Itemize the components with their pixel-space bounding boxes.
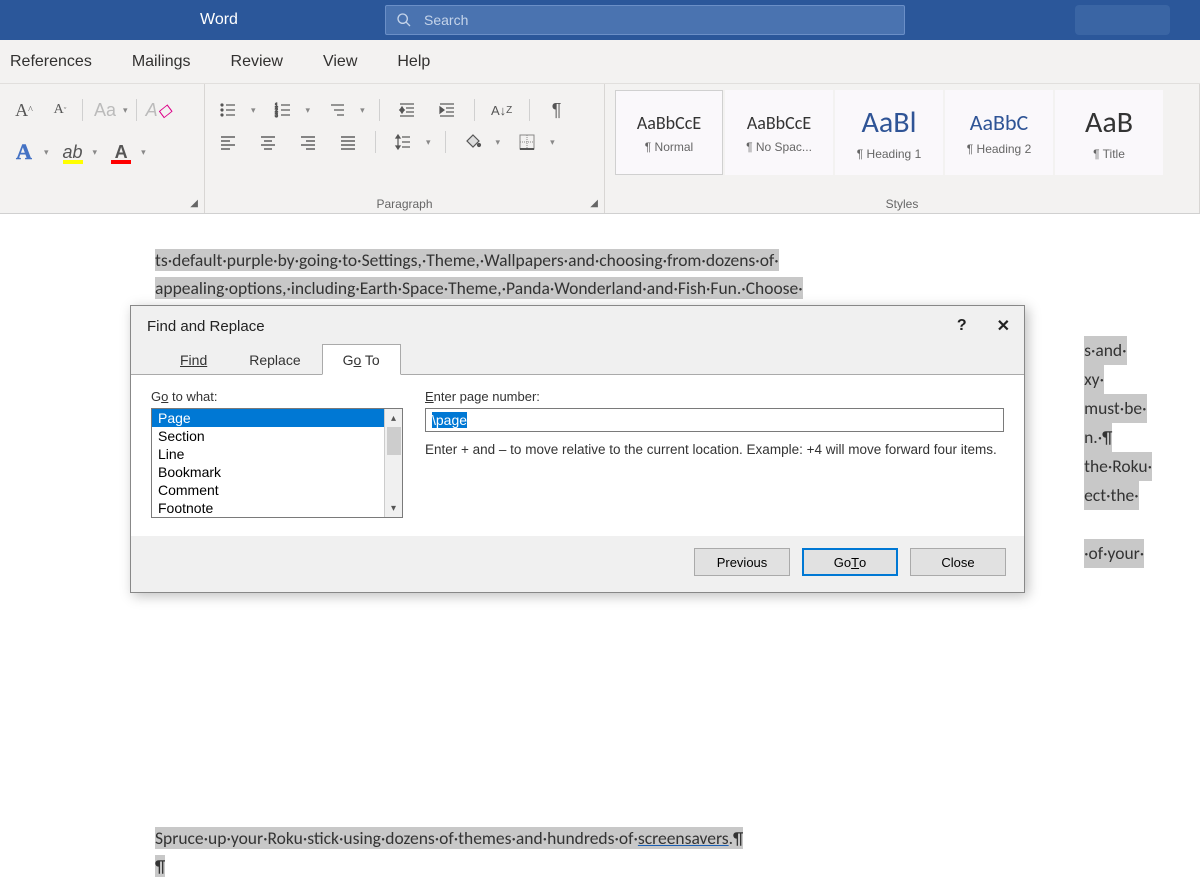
justify-button[interactable] xyxy=(335,130,361,154)
page-number-input[interactable]: \page xyxy=(425,408,1004,432)
styles-group-label: Styles xyxy=(605,197,1199,211)
list-item[interactable]: Footnote xyxy=(152,499,384,517)
paragraph-group-label: Paragraph xyxy=(205,197,604,211)
enter-page-label: Enter page number: xyxy=(425,389,540,404)
caret-icon: ▾ xyxy=(251,105,256,116)
clear-formatting-button[interactable]: A◇ xyxy=(145,96,173,124)
help-icon[interactable]: ? xyxy=(957,317,967,335)
ribbon-tabs: References Mailings Review View Help xyxy=(0,40,1200,84)
caret-icon: ▾ xyxy=(141,147,146,158)
tab-help[interactable]: Help xyxy=(397,49,430,75)
doc-text: ts·default·purple·by·going·to·Settings,·… xyxy=(155,249,779,271)
tab-mailings[interactable]: Mailings xyxy=(132,49,191,75)
search-placeholder: Search xyxy=(424,12,468,28)
list-item[interactable]: Section xyxy=(152,427,384,445)
numbering-button[interactable]: 123 xyxy=(270,98,296,122)
increase-indent-button[interactable] xyxy=(434,98,460,122)
tab-references[interactable]: References xyxy=(10,49,92,75)
caret-icon: ▾ xyxy=(93,147,98,158)
change-case-button[interactable]: Aa xyxy=(91,96,119,124)
app-title: Word xyxy=(200,11,238,29)
divider xyxy=(82,99,83,121)
list-item[interactable]: Page xyxy=(152,409,384,427)
caret-icon: ▾ xyxy=(123,105,128,116)
dialog-title: Find and Replace xyxy=(147,318,265,335)
caret-icon: ▾ xyxy=(496,137,501,148)
caret-icon: ▾ xyxy=(306,105,311,116)
caret-icon: ▾ xyxy=(44,147,49,158)
style-heading-2[interactable]: AaBbC¶ Heading 2 xyxy=(945,90,1053,175)
style-normal[interactable]: AaBbCcE¶ Normal xyxy=(615,90,723,175)
align-center-button[interactable] xyxy=(255,130,281,154)
user-badge[interactable] xyxy=(1075,5,1170,35)
paragraph-dialog-launcher-icon[interactable]: ◢ xyxy=(590,198,598,209)
scroll-thumb[interactable] xyxy=(387,427,401,455)
list-item[interactable]: Bookmark xyxy=(152,463,384,481)
shading-button[interactable] xyxy=(460,130,486,154)
doc-text: appealing·options,·including·Earth·Space… xyxy=(155,277,803,299)
caret-icon: ▾ xyxy=(426,137,431,148)
style-heading-1[interactable]: AaBl¶ Heading 1 xyxy=(835,90,943,175)
divider xyxy=(445,131,446,153)
goto-what-listbox[interactable]: Page Section Line Bookmark Comment Footn… xyxy=(151,408,403,518)
styles-gallery: AaBbCcE¶ Normal AaBbCcE¶ No Spac... AaBl… xyxy=(615,90,1189,175)
line-spacing-button[interactable] xyxy=(390,130,416,154)
styles-group: AaBbCcE¶ Normal AaBbCcE¶ No Spac... AaBl… xyxy=(605,84,1200,213)
scrollbar[interactable]: ▴ ▾ xyxy=(384,409,402,517)
text-effects-button[interactable]: A xyxy=(10,138,38,166)
sort-button[interactable]: A↓Z xyxy=(489,98,515,122)
show-hide-button[interactable]: ¶ xyxy=(544,98,570,122)
title-bar: Word Search xyxy=(0,0,1200,40)
scroll-down-icon[interactable]: ▾ xyxy=(385,499,402,517)
caret-icon: ▾ xyxy=(360,105,365,116)
divider xyxy=(474,99,475,121)
dialog-tabs: Find Replace Go To xyxy=(131,344,1024,375)
shrink-font-button[interactable]: Aˇ xyxy=(46,96,74,124)
decrease-indent-button[interactable] xyxy=(394,98,420,122)
goto-hint: Enter + and – to move relative to the cu… xyxy=(425,440,1004,460)
bullets-button[interactable] xyxy=(215,98,241,122)
tab-view[interactable]: View xyxy=(323,49,357,75)
style-title[interactable]: AaB¶ Title xyxy=(1055,90,1163,175)
tab-goto[interactable]: Go To xyxy=(322,344,401,375)
tab-find[interactable]: Find xyxy=(159,344,228,375)
divider xyxy=(375,131,376,153)
close-icon[interactable]: ✕ xyxy=(997,316,1010,336)
goto-button[interactable]: Go To xyxy=(802,548,898,576)
scroll-up-icon[interactable]: ▴ xyxy=(385,409,402,427)
font-color-button[interactable]: A xyxy=(107,138,135,166)
dialog-buttons: Previous Go To Close xyxy=(131,536,1024,592)
tab-replace[interactable]: Replace xyxy=(228,344,321,375)
list-item[interactable]: Line xyxy=(152,445,384,463)
align-right-button[interactable] xyxy=(295,130,321,154)
svg-text:3: 3 xyxy=(275,113,278,119)
highlight-button[interactable]: ab xyxy=(59,138,87,166)
dialog-titlebar[interactable]: Find and Replace ? ✕ xyxy=(131,306,1024,344)
search-box[interactable]: Search xyxy=(385,5,905,35)
search-icon xyxy=(396,12,412,28)
document-area[interactable]: ts·default·purple·by·going·to·Settings,·… xyxy=(0,214,1200,302)
ribbon: A^ Aˇ Aa ▾ A◇ A ▾ ab ▾ A ▾ ◢ ▾ 123 ▾ ▾ A↓Z ¶ xyxy=(0,84,1200,214)
divider xyxy=(379,99,380,121)
goto-what-label: Go to what: xyxy=(151,389,218,404)
paragraph-group: ▾ 123 ▾ ▾ A↓Z ¶ ▾ ▾ ▾ Paragraph ◢ xyxy=(205,84,605,213)
font-group: A^ Aˇ Aa ▾ A◇ A ▾ ab ▾ A ▾ ◢ xyxy=(0,84,205,213)
align-left-button[interactable] xyxy=(215,130,241,154)
find-replace-dialog: Find and Replace ? ✕ Find Replace Go To … xyxy=(130,305,1025,593)
font-dialog-launcher-icon[interactable]: ◢ xyxy=(190,198,198,209)
caret-icon: ▾ xyxy=(550,137,555,148)
close-button[interactable]: Close xyxy=(910,548,1006,576)
style-no-spacing[interactable]: AaBbCcE¶ No Spac... xyxy=(725,90,833,175)
doc-text-fragments: s·and· xy· must·be· n.·¶ the·Roku· ect·t… xyxy=(1084,336,1152,568)
dialog-body: Go to what: Page Section Line Bookmark C… xyxy=(131,374,1024,536)
doc-text-bottom: Spruce·up·your·Roku·stick·using·dozens·o… xyxy=(155,824,743,880)
tab-review[interactable]: Review xyxy=(231,49,283,75)
divider xyxy=(136,99,137,121)
grow-font-button[interactable]: A^ xyxy=(10,96,38,124)
borders-button[interactable] xyxy=(514,130,540,154)
previous-button[interactable]: Previous xyxy=(694,548,790,576)
multilevel-list-button[interactable] xyxy=(324,98,350,122)
list-item[interactable]: Comment xyxy=(152,481,384,499)
divider xyxy=(529,99,530,121)
